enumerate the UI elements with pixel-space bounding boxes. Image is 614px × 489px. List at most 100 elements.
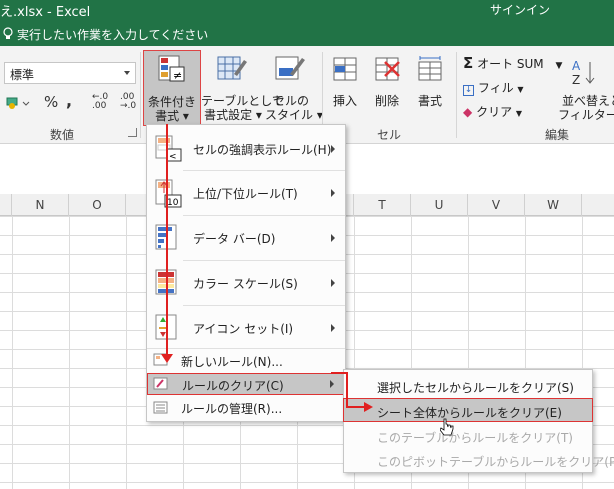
format-label: 書式 bbox=[417, 94, 442, 108]
submenu-item-label: シート全体からルールをクリア(E) bbox=[377, 406, 562, 420]
clear-label: クリア bbox=[476, 105, 513, 119]
delete-cells-icon bbox=[375, 57, 400, 81]
cell-styles-button[interactable]: セルの スタイル ▾ bbox=[265, 50, 323, 126]
menu-item-new-rule[interactable]: 新しいルール(N)... bbox=[147, 350, 345, 370]
autosum-button[interactable]: Σ オート SUM ▼ bbox=[463, 54, 562, 72]
menu-separator bbox=[147, 348, 345, 349]
clear-rules-icon bbox=[153, 377, 168, 390]
menu-item-label: セルの強調表示ルール(H) bbox=[193, 143, 332, 157]
delete-label: 削除 bbox=[374, 94, 399, 108]
svg-text:<: < bbox=[169, 152, 177, 162]
cell-styles-label: セルの bbox=[272, 94, 309, 108]
menu-item-label: ルールの管理(R)... bbox=[181, 402, 283, 416]
clear-button[interactable]: ◆ クリア ▼ bbox=[463, 103, 522, 120]
arrow-right-icon bbox=[364, 402, 373, 412]
conditional-formatting-button[interactable]: ≠ 条件付き 書式 ▾ bbox=[143, 50, 201, 126]
column-header-partial[interactable] bbox=[582, 194, 614, 216]
menu-item-label: カラー スケール(S) bbox=[193, 277, 298, 291]
sort-filter-button[interactable]: A Z 並べ替えと フィルター bbox=[556, 50, 614, 126]
accounting-format-icon[interactable] bbox=[6, 95, 32, 113]
guide-line bbox=[166, 124, 168, 360]
tell-me-bar[interactable]: 実行したい作業を入力してください bbox=[0, 22, 614, 46]
manage-rules-icon bbox=[153, 401, 168, 414]
insert-label: 挿入 bbox=[332, 94, 357, 108]
column-header[interactable]: N bbox=[12, 194, 69, 216]
conditional-formatting-icon: ≠ bbox=[158, 55, 185, 82]
cells-group-label: セル bbox=[377, 128, 402, 142]
fill-down-icon: ↓ bbox=[463, 85, 474, 96]
menu-item-color-scales[interactable]: カラー スケール(S) bbox=[147, 261, 345, 305]
sort-az-icon: A Z bbox=[572, 59, 595, 86]
format-as-table-button[interactable]: テーブルとして 書式設定 ▾ bbox=[201, 50, 284, 126]
number-group-label: 数値 bbox=[50, 128, 75, 142]
insert-button[interactable]: 挿入 bbox=[327, 50, 363, 126]
chevron-down-icon[interactable]: ▼ bbox=[517, 85, 523, 94]
editing-group-label: 編集 bbox=[545, 128, 570, 142]
submenu-item-label: 選択したセルからルールをクリア(S) bbox=[377, 381, 574, 395]
number-format-value: 標準 bbox=[10, 68, 35, 82]
title-bar: え.xlsx - Excel サインイン bbox=[0, 0, 614, 22]
tell-me-input[interactable]: 実行したい作業を入力してください bbox=[17, 26, 208, 43]
submenu-arrow-icon bbox=[330, 380, 334, 388]
menu-item-icon-sets[interactable]: アイコン セット(I) bbox=[147, 306, 345, 348]
menu-item-label: ルールのクリア(C) bbox=[182, 379, 284, 393]
number-format-select[interactable]: 標準 bbox=[4, 62, 136, 84]
column-header[interactable]: T bbox=[354, 194, 411, 216]
comma-icon[interactable]: , bbox=[66, 91, 72, 110]
svg-text:A: A bbox=[572, 59, 581, 73]
data-bars-icon bbox=[155, 224, 177, 250]
menu-item-manage-rules[interactable]: ルールの管理(R)... bbox=[147, 398, 345, 418]
submenu-item-clear-selected[interactable]: 選択したセルからルールをクリア(S) bbox=[344, 374, 592, 398]
submenu-item-label: このテーブルからルールをクリア(T) bbox=[377, 431, 573, 445]
conditional-formatting-label-2: 書式 ▾ bbox=[155, 109, 189, 123]
icon-sets-icon bbox=[155, 314, 177, 340]
chevron-down-icon[interactable]: ▼ bbox=[516, 109, 522, 118]
signin-link[interactable]: サインイン bbox=[490, 1, 550, 18]
format-as-table-label: テーブルとして bbox=[201, 94, 284, 108]
submenu-arrow-icon bbox=[331, 324, 335, 332]
cell-styles-icon bbox=[275, 56, 305, 80]
table-format-icon bbox=[217, 56, 247, 80]
fill-label: フィル bbox=[477, 81, 514, 95]
fill-button[interactable]: ↓ フィル ▼ bbox=[463, 79, 524, 96]
percent-icon[interactable]: % bbox=[44, 93, 58, 111]
highlight-rules-icon: < bbox=[155, 135, 182, 162]
format-as-table-label-2: 書式設定 ▾ bbox=[204, 108, 262, 122]
column-header[interactable]: W bbox=[525, 194, 582, 216]
submenu-item-label: このピボットテーブルからルールをクリア(P) bbox=[377, 455, 614, 469]
clear-rules-submenu: 選択したセルからルールをクリア(S) シート全体からルールをクリア(E) このテ… bbox=[343, 369, 614, 473]
menu-item-label: データ バー(D) bbox=[193, 232, 276, 246]
submenu-item-clear-table: このテーブルからルールをクリア(T) bbox=[344, 424, 592, 448]
submenu-item-clear-pivot: このピボットテーブルからルールをクリア(P) bbox=[344, 448, 614, 472]
increase-decimal-icon[interactable]: ←.0 .00 bbox=[92, 93, 116, 111]
menu-item-top-bottom-rules[interactable]: 10 上位/下位ルール(T) bbox=[147, 171, 345, 215]
arrow-down-icon bbox=[161, 354, 173, 363]
submenu-arrow-icon bbox=[331, 189, 335, 197]
svg-text:10: 10 bbox=[167, 198, 179, 208]
column-header[interactable]: U bbox=[411, 194, 468, 216]
autosum-label: オート SUM bbox=[477, 57, 544, 71]
column-header[interactable]: V bbox=[468, 194, 525, 216]
guide-line bbox=[331, 372, 347, 374]
number-format-buttons: % , ←.0 .00 .00 →.0 bbox=[6, 91, 138, 115]
menu-item-data-bars[interactable]: データ バー(D) bbox=[147, 216, 345, 260]
delete-button[interactable]: 削除 bbox=[367, 50, 407, 126]
group-separator bbox=[456, 52, 457, 138]
column-header-stub[interactable] bbox=[0, 194, 12, 216]
guide-line bbox=[346, 406, 366, 408]
submenu-item-clear-sheet[interactable]: シート全体からルールをクリア(E) bbox=[343, 398, 593, 422]
conditional-formatting-menu: < セルの強調表示ルール(H) 10 上位/下位ルール(T) データ バー(D) bbox=[146, 124, 346, 422]
cell-styles-label-2: スタイル ▾ bbox=[265, 108, 323, 122]
svg-text:Z: Z bbox=[572, 73, 580, 86]
guide-line bbox=[346, 372, 348, 408]
format-cells-icon bbox=[418, 56, 442, 81]
menu-item-clear-rules[interactable]: ルールのクリア(C) bbox=[147, 373, 345, 395]
top-bottom-rules-icon: 10 bbox=[155, 179, 182, 208]
chevron-down-icon[interactable] bbox=[124, 71, 130, 75]
dialog-launcher-icon[interactable] bbox=[128, 128, 137, 137]
lightbulb-icon bbox=[3, 27, 13, 39]
column-header[interactable]: O bbox=[69, 194, 126, 216]
format-button[interactable]: 書式 bbox=[410, 50, 450, 126]
menu-item-highlight-rules[interactable]: < セルの強調表示ルール(H) bbox=[147, 127, 345, 169]
svg-text:≠: ≠ bbox=[173, 69, 182, 82]
